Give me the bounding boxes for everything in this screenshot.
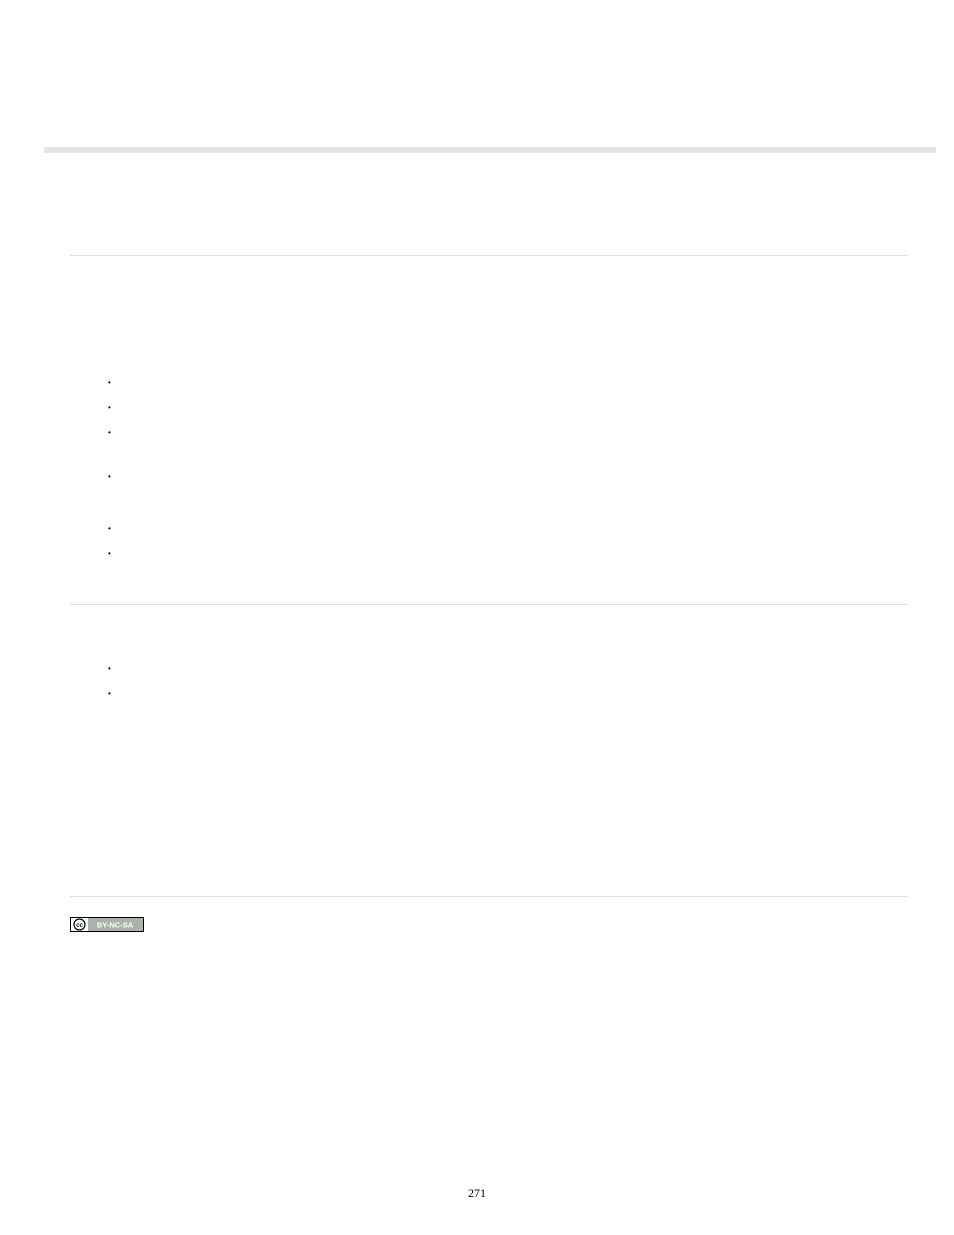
page-content: cc BY-NC-SA	[70, 160, 908, 937]
list-item	[108, 549, 908, 574]
list-item	[108, 664, 908, 689]
list-item	[108, 524, 908, 549]
cc-icon-text: cc	[76, 923, 83, 929]
bullet-list-1	[108, 378, 908, 574]
list-item	[108, 378, 908, 403]
header-rule	[44, 147, 936, 153]
section-divider	[70, 604, 908, 605]
list-item	[108, 428, 908, 453]
bullet-list-2	[108, 664, 908, 714]
list-item	[108, 403, 908, 428]
section-divider	[70, 255, 908, 256]
section-divider	[70, 896, 908, 897]
page-number: 271	[0, 1186, 954, 1201]
list-item	[108, 472, 908, 497]
cc-license-badge: cc BY-NC-SA	[70, 917, 144, 932]
list-item	[108, 689, 908, 714]
cc-license-label: BY-NC-SA	[97, 921, 134, 930]
